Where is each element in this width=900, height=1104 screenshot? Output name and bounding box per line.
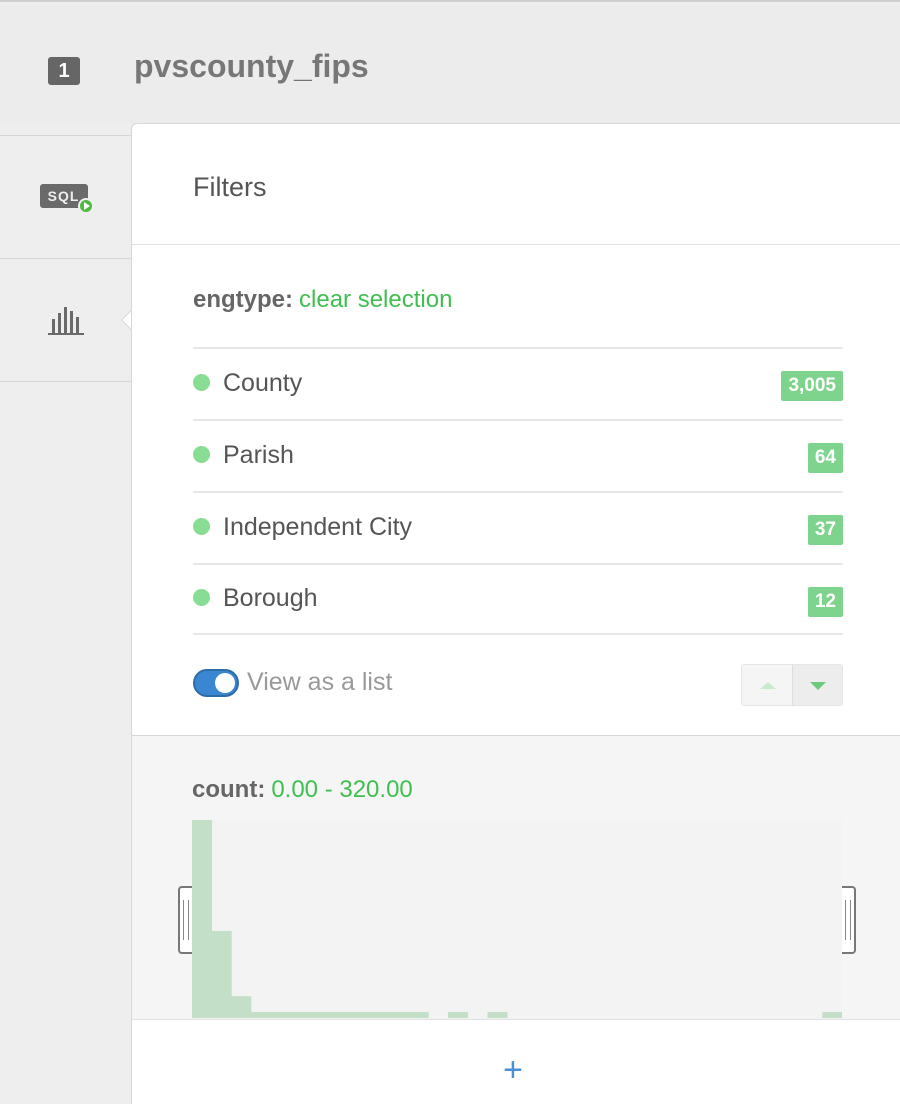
- category-filter-header: engtype: clear selection: [193, 286, 452, 314]
- bar-chart-icon: [47, 307, 84, 335]
- histogram-bar: [270, 1012, 291, 1018]
- category-label: Borough: [223, 583, 318, 612]
- layer-title[interactable]: pvscounty_fips: [134, 48, 369, 85]
- sidebar-item-widgets[interactable]: [0, 259, 131, 382]
- histogram-bar: [448, 1012, 469, 1018]
- histogram-bar: [310, 1012, 331, 1018]
- category-item[interactable]: Parish 64: [193, 419, 843, 491]
- category-column-name: engtype:: [193, 286, 294, 313]
- category-item[interactable]: Borough 12: [193, 563, 843, 635]
- histogram-bar: [349, 1012, 370, 1018]
- category-dot: [193, 517, 210, 535]
- category-label: Parish: [223, 440, 294, 469]
- view-as-list-toggle[interactable]: [193, 669, 239, 697]
- view-as-list-label: View as a list: [247, 668, 393, 696]
- histogram-svg: [192, 820, 842, 1018]
- category-item[interactable]: County 3,005: [193, 347, 843, 419]
- layer-number-badge: 1: [48, 57, 80, 85]
- category-dot: [193, 588, 210, 606]
- pager: [741, 664, 843, 706]
- histogram-filter-header: count: 0.00 - 320.00: [192, 776, 413, 804]
- category-count-badge: 64: [807, 443, 843, 473]
- range-handle-right[interactable]: [842, 886, 856, 954]
- histogram-bar: [369, 1012, 390, 1018]
- category-count-badge: 3,005: [781, 371, 843, 401]
- view-as-list-row: View as a list: [193, 664, 843, 708]
- page-down-button[interactable]: [792, 665, 842, 705]
- toggle-knob: [215, 673, 235, 693]
- histogram-bar: [251, 1012, 272, 1018]
- histogram-bar: [192, 820, 212, 1018]
- category-dot: [193, 445, 210, 463]
- histogram-column-name: count:: [192, 776, 266, 803]
- category-label: Independent City: [223, 512, 413, 541]
- layer-header: 1 pvscounty_fips: [0, 2, 900, 124]
- bottom-bar: +: [131, 1019, 900, 1104]
- histogram-bar: [487, 1012, 508, 1018]
- histogram-range: 0.00 - 320.00: [271, 776, 413, 803]
- category-item[interactable]: Independent City 37: [193, 491, 843, 563]
- histogram-chart[interactable]: [192, 820, 842, 1020]
- category-list: County 3,005 Parish 64 Independent City …: [193, 347, 843, 635]
- clear-selection-link[interactable]: clear selection: [299, 286, 452, 313]
- panel-divider: [132, 244, 900, 245]
- histogram-bar: [329, 1012, 350, 1018]
- panel-title: Filters: [193, 172, 267, 202]
- add-widget-button[interactable]: +: [503, 1053, 523, 1087]
- sidebar: SQL: [0, 135, 131, 1104]
- histogram-bar: [822, 1012, 842, 1018]
- histogram-bar: [211, 930, 232, 1018]
- histogram-bar: [290, 1012, 311, 1018]
- play-icon: [77, 198, 94, 214]
- arrow-down-icon: [809, 682, 826, 690]
- category-count-badge: 37: [807, 515, 843, 545]
- histogram-bar: [408, 1012, 429, 1018]
- category-label: County: [223, 368, 303, 397]
- histogram-bar: [231, 996, 252, 1018]
- sidebar-item-sql[interactable]: SQL: [0, 136, 131, 259]
- range-handle-left[interactable]: [178, 886, 192, 954]
- category-dot: [193, 373, 210, 391]
- category-count-badge: 12: [807, 587, 843, 617]
- histogram-bar: [388, 1012, 409, 1018]
- filters-panel: Filters engtype: clear selection County 3…: [131, 123, 900, 736]
- sql-run-icon: SQL: [39, 180, 94, 214]
- arrow-up-icon: [760, 682, 776, 689]
- page-up-button[interactable]: [742, 665, 793, 705]
